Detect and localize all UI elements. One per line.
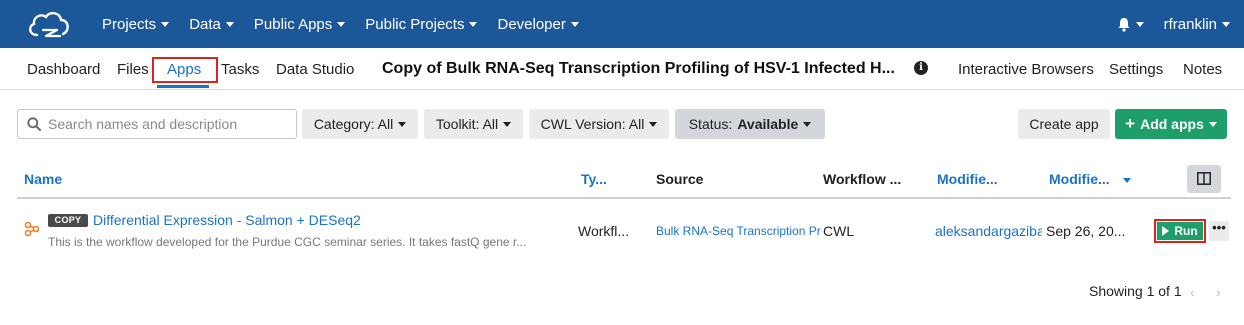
modified-on: Sep 26, 20... xyxy=(1046,223,1126,239)
caret-down-icon xyxy=(469,21,478,27)
caret-down-icon xyxy=(649,121,658,127)
tab-tasks[interactable]: Tasks xyxy=(221,61,259,78)
copy-badge: COPY xyxy=(48,214,88,227)
plus-icon: + xyxy=(1125,114,1136,133)
tab-dashboard[interactable]: Dashboard xyxy=(27,61,100,78)
workflow-icon xyxy=(24,221,40,237)
more-actions-button[interactable]: ••• xyxy=(1209,221,1229,241)
caret-down-icon xyxy=(503,121,512,127)
menu-data[interactable]: Data xyxy=(189,16,234,33)
search-box xyxy=(17,109,297,139)
menu-developer[interactable]: Developer xyxy=(497,16,579,33)
caret-down-icon xyxy=(398,121,407,127)
next-page-button[interactable]: › xyxy=(1216,284,1230,300)
tab-notes[interactable]: Notes xyxy=(1183,61,1222,78)
top-navbar: Projects Data Public Apps Public Project… xyxy=(0,0,1244,48)
search-icon xyxy=(27,117,41,131)
cwl-version-filter[interactable]: CWL Version: All xyxy=(529,109,669,139)
app-name-link[interactable]: Differential Expression - Salmon + DESeq… xyxy=(93,212,361,228)
menu-projects[interactable]: Projects xyxy=(102,16,170,33)
caret-down-icon xyxy=(570,21,579,27)
column-settings-button[interactable] xyxy=(1187,165,1221,193)
caret-down-icon xyxy=(337,21,346,27)
user-menu[interactable]: rfranklin xyxy=(1164,16,1230,33)
add-apps-button[interactable]: + Add apps xyxy=(1115,109,1227,139)
column-header-name[interactable]: Name xyxy=(24,171,62,187)
previous-page-button[interactable]: ‹ xyxy=(1190,284,1204,300)
run-button[interactable]: Run xyxy=(1157,222,1203,240)
column-header-workflow: Workflow ... xyxy=(823,171,902,187)
column-header-modified-on[interactable]: Modifie... xyxy=(1049,171,1110,187)
caret-down-icon xyxy=(225,21,234,27)
header-divider xyxy=(17,197,1231,199)
caret-down-icon xyxy=(803,121,812,127)
caret-down-icon xyxy=(1135,21,1144,27)
project-title: Copy of Bulk RNA-Seq Transcription Profi… xyxy=(382,60,895,77)
bell-icon xyxy=(1118,17,1130,32)
pagination-status: Showing 1 of 1 xyxy=(1089,283,1182,299)
tab-settings[interactable]: Settings xyxy=(1109,61,1163,78)
play-icon xyxy=(1162,226,1170,236)
tab-data-studio[interactable]: Data Studio xyxy=(276,61,354,78)
info-icon[interactable]: i xyxy=(914,61,928,75)
caret-down-icon xyxy=(161,21,170,27)
apps-tab-highlight xyxy=(152,57,218,83)
status-filter[interactable]: Status: Available xyxy=(675,109,825,139)
column-header-modified-by[interactable]: Modifie... xyxy=(937,171,998,187)
caret-down-icon xyxy=(1222,21,1230,27)
top-menu: Projects Data Public Apps Public Project… xyxy=(102,0,599,48)
top-right-area: rfranklin xyxy=(1117,0,1230,48)
app-type: Workfl... xyxy=(578,223,630,239)
modified-by-link[interactable]: aleksandargazibara xyxy=(935,223,1042,239)
sort-descending-icon[interactable] xyxy=(1123,178,1131,183)
workflow-language: CWL xyxy=(823,223,855,239)
menu-public-apps[interactable]: Public Apps xyxy=(254,16,346,33)
create-app-button[interactable]: Create app xyxy=(1018,109,1110,139)
app-description: This is the workflow developed for the P… xyxy=(48,235,527,249)
columns-icon xyxy=(1197,172,1211,185)
column-header-source: Source xyxy=(656,171,704,187)
active-tab-underline xyxy=(157,85,209,88)
search-input[interactable] xyxy=(48,110,288,138)
column-header-type[interactable]: Ty... xyxy=(581,171,607,187)
toolkit-filter[interactable]: Toolkit: All xyxy=(424,109,523,139)
notifications-button[interactable] xyxy=(1117,17,1144,32)
app-source-link[interactable]: Bulk RNA-Seq Transcription Pr xyxy=(656,224,821,238)
tab-files[interactable]: Files xyxy=(117,61,149,78)
cloud-logo-icon[interactable] xyxy=(26,9,72,39)
caret-down-icon xyxy=(1208,121,1217,127)
category-filter[interactable]: Category: All xyxy=(302,109,418,139)
menu-public-projects[interactable]: Public Projects xyxy=(365,16,478,33)
tab-interactive-browsers[interactable]: Interactive Browsers xyxy=(958,61,1094,78)
